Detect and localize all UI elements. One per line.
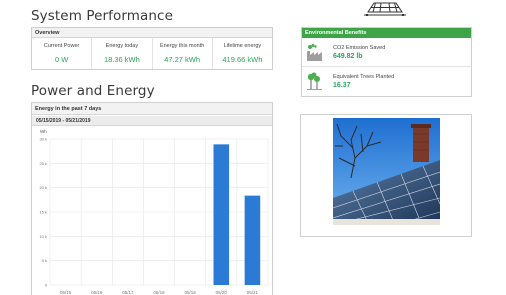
energy-chart-panel: Energy in the past 7 days 05/15/2019 - 0… bbox=[31, 102, 273, 295]
metric-label: Energy this month bbox=[159, 43, 205, 49]
metric-energy-today: Energy today 18.36 kWh bbox=[92, 38, 153, 69]
power-and-energy-heading: Power and Energy bbox=[31, 83, 155, 99]
x-tick-label: 05/19 bbox=[185, 290, 197, 295]
y-tick-label: 30 k bbox=[39, 137, 47, 142]
y-tick-label: 5 k bbox=[42, 258, 47, 263]
energy-bar-chart: Wh 0 5 k 10 k 15 k 20 k 25 k 30 k 05/15 05/16 05/1… bbox=[39, 129, 269, 295]
x-tick-label: 05/20 bbox=[216, 290, 228, 295]
x-tick-label: 05/18 bbox=[153, 290, 165, 295]
environmental-benefits-panel: Environmental Benefits CO2 Emission Save… bbox=[301, 27, 472, 97]
solar-logo-icon bbox=[364, 2, 406, 16]
chart-bar bbox=[244, 195, 261, 285]
y-axis-label: Wh bbox=[40, 129, 47, 134]
metric-energy-this-month: Energy this month 47.27 kWh bbox=[153, 38, 213, 69]
metric-label: Lifetime energy bbox=[223, 43, 262, 49]
trees-planted-value: 16.37 bbox=[333, 82, 351, 89]
metric-label: Current Power bbox=[43, 43, 80, 49]
y-tick-label: 15 k bbox=[39, 210, 47, 215]
system-performance-heading: System Performance bbox=[31, 8, 173, 24]
metric-current-power: Current Power 0 W bbox=[32, 38, 93, 69]
y-tick-label: 0 bbox=[45, 283, 48, 288]
y-tick-label: 25 k bbox=[39, 161, 47, 166]
metric-value: 0 W bbox=[54, 55, 69, 64]
x-tick-label: 05/15 bbox=[60, 290, 72, 295]
trees-planted-row: Equivalent Trees Planted 16.37 bbox=[302, 67, 471, 96]
y-tick-label: 10 k bbox=[39, 234, 47, 239]
tree-icon bbox=[307, 72, 322, 90]
x-tick-label: 05/17 bbox=[122, 290, 134, 295]
x-tick-label: 05/16 bbox=[91, 290, 103, 295]
overview-panel: Overview Current Power 0 W Energy today … bbox=[31, 27, 273, 70]
metric-value: 419.66 kWh bbox=[222, 55, 263, 64]
site-photo-panel bbox=[300, 114, 472, 237]
trees-planted-label: Equivalent Trees Planted bbox=[333, 74, 395, 80]
y-tick-label: 20 k bbox=[39, 185, 47, 190]
co2-saved-row: CO2 Emission Saved 649.82 lb bbox=[302, 38, 471, 67]
overview-title: Overview bbox=[32, 28, 272, 38]
metric-lifetime-energy: Lifetime energy 419.66 kWh bbox=[213, 38, 272, 69]
environmental-benefits-title: Environmental Benefits bbox=[302, 28, 471, 38]
co2-factory-icon bbox=[307, 44, 322, 61]
metric-value: 18.36 kWh bbox=[103, 55, 140, 64]
metric-label: Energy today bbox=[105, 43, 139, 49]
solar-panels-photo bbox=[333, 118, 440, 225]
co2-saved-label: CO2 Emission Saved bbox=[333, 45, 386, 51]
date-range-selector[interactable]: 05/15/2019 - 05/21/2019 bbox=[32, 116, 272, 126]
energy-chart-title: Energy in the past 7 days bbox=[32, 103, 272, 115]
co2-saved-value: 649.82 lb bbox=[333, 53, 363, 60]
chart-bar bbox=[213, 144, 230, 285]
metric-value: 47.27 kWh bbox=[164, 55, 201, 64]
x-tick-label: 05/21 bbox=[247, 290, 259, 295]
